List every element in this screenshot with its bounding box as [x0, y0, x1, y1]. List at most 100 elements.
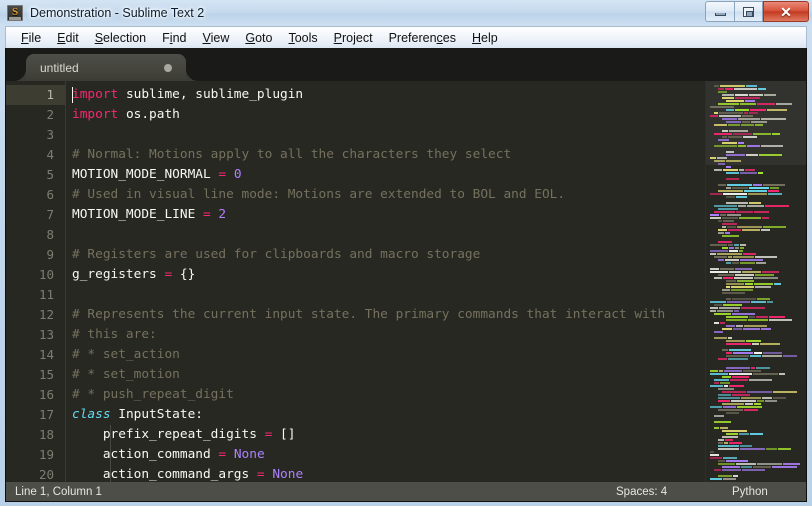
code-line[interactable]: MOTION_MODE_LINE = 2 [72, 205, 705, 225]
minimap-token [722, 327, 732, 330]
minimap-token [718, 189, 743, 192]
minimap-token [738, 117, 760, 120]
minimap-token [774, 282, 781, 285]
code-line[interactable]: action_command = None [72, 445, 705, 465]
code-line[interactable]: # * set_motion [72, 365, 705, 385]
minimap-token [718, 393, 731, 396]
sublime-text-icon[interactable]: S [7, 5, 23, 21]
minimap-token [726, 411, 739, 414]
minimap-token [710, 156, 716, 159]
window-controls: ✕ [705, 1, 809, 22]
minimap-token [719, 306, 740, 309]
status-indentation[interactable]: Spaces: 4 [616, 486, 667, 498]
minimap-token [753, 132, 771, 135]
minimap-token [732, 375, 749, 378]
menu-item-project[interactable]: Project [326, 29, 381, 47]
status-syntax-mode[interactable]: Python [732, 486, 768, 498]
code-line[interactable]: g_registers = {} [72, 265, 705, 285]
minimap-token [718, 87, 724, 90]
code-line[interactable]: class InputState: [72, 405, 705, 425]
minimap-token [740, 246, 744, 249]
menu-item-edit[interactable]: Edit [49, 29, 87, 47]
menu-item-selection[interactable]: Selection [87, 29, 154, 47]
minimap-token [710, 405, 722, 408]
minimap-token [722, 429, 747, 432]
minimap-token [718, 273, 734, 276]
minimap-token [737, 405, 762, 408]
code-line[interactable] [72, 125, 705, 145]
minimap-token [745, 282, 753, 285]
menu-item-help[interactable]: Help [464, 29, 506, 47]
minimap-token [767, 300, 773, 303]
minimap-token [741, 123, 754, 126]
minimap-token [714, 276, 722, 279]
minimap-token [735, 96, 760, 99]
maximize-button[interactable] [734, 1, 763, 22]
minimize-icon [714, 13, 726, 16]
menu-item-tools[interactable]: Tools [280, 29, 325, 47]
minimap-token [710, 243, 727, 246]
minimap-token [737, 279, 754, 282]
code-token: g_registers [72, 267, 165, 282]
menu-item-view[interactable]: View [194, 29, 237, 47]
minimap-token [722, 468, 741, 471]
minimap-token [726, 315, 748, 318]
code-line[interactable]: # Normal: Motions apply to all the chara… [72, 145, 705, 165]
minimap-token [714, 378, 729, 381]
code-line[interactable]: # this are: [72, 325, 705, 345]
minimap-token [714, 132, 732, 135]
tab-dirty-indicator-icon[interactable] [164, 63, 172, 72]
minimap-token [739, 249, 743, 252]
minimap-token [750, 432, 763, 435]
code-line[interactable] [72, 285, 705, 305]
line-number: 12 [38, 307, 54, 322]
code-line[interactable]: import sublime, sublime_plugin [72, 85, 705, 105]
code-token: # Represents the current input state. Th… [72, 307, 666, 322]
minimap-token [754, 282, 773, 285]
minimap-token [714, 420, 731, 423]
minimap-token [724, 441, 728, 444]
minimap-token [742, 120, 750, 123]
tab-bar: untitled [6, 48, 806, 81]
menu-item-preferences[interactable]: Preferences [381, 29, 464, 47]
code-area[interactable]: import sublime, sublime_plugin import os.… [66, 81, 705, 482]
code-line[interactable]: # Represents the current input state. Th… [72, 305, 705, 325]
code-line[interactable] [72, 225, 705, 245]
menu-item-find[interactable]: Find [154, 29, 194, 47]
minimap-token [746, 339, 761, 342]
code-line[interactable]: import os.path [72, 105, 705, 125]
code-line[interactable]: # Used in visual line mode: Motions are … [72, 185, 705, 205]
minimap-token [766, 447, 777, 450]
menu-item-goto[interactable]: Goto [237, 29, 280, 47]
status-bar: Line 1, Column 1 Spaces: 4 Python [5, 482, 807, 502]
minimap-token [726, 177, 739, 180]
code-token: # this are: [72, 327, 157, 342]
code-line[interactable]: # * set_action [72, 345, 705, 365]
minimap-token [714, 84, 719, 87]
minimap-token [714, 468, 721, 471]
line-number: 11 [38, 287, 54, 302]
minimap-token [722, 135, 727, 138]
minimap-token [759, 153, 782, 156]
minimap-token [735, 246, 739, 249]
code-line[interactable]: # Registers are used for clipboards and … [72, 245, 705, 265]
tab-untitled[interactable]: untitled [14, 54, 198, 81]
minimap-token [727, 300, 750, 303]
menu-item-file[interactable]: File [13, 29, 49, 47]
close-button[interactable]: ✕ [763, 1, 809, 22]
code-line[interactable]: # * push_repeat_digit [72, 385, 705, 405]
minimize-button[interactable] [705, 1, 734, 22]
minimap-token [710, 450, 714, 453]
minimap-token [719, 111, 743, 114]
minimap-token [718, 357, 727, 360]
minimap[interactable] [705, 81, 806, 482]
code-line[interactable]: action_command_args = None [72, 465, 705, 482]
minimap-token [726, 195, 735, 198]
line-number: 8 [46, 227, 54, 242]
minimap-token [722, 246, 728, 249]
code-line[interactable]: prefix_repeat_digits = [] [72, 425, 705, 445]
code-line[interactable]: MOTION_MODE_NORMAL = 0 [72, 165, 705, 185]
minimap-token [740, 261, 755, 264]
title-bar[interactable]: S Demonstration - Sublime Text 2 ✕ [0, 0, 812, 26]
minimap-token [736, 462, 756, 465]
